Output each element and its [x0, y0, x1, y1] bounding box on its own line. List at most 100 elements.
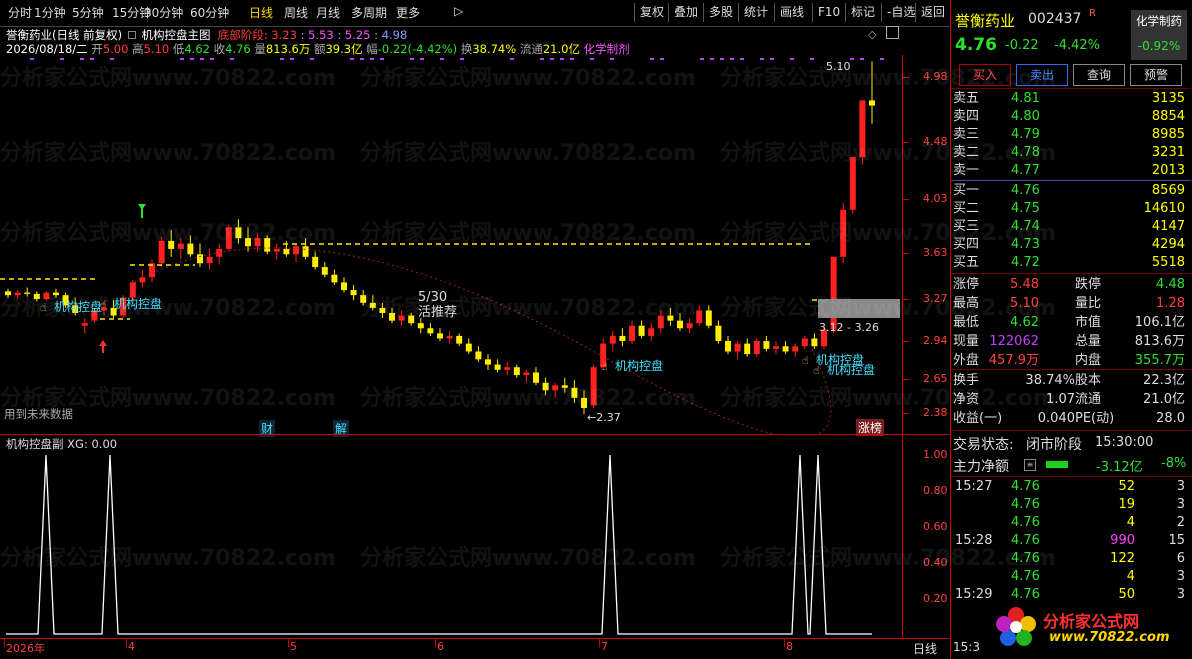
sector-badge[interactable]: 化学制药 -0.92%	[1131, 10, 1187, 60]
bid-row[interactable]: 买一 4.76 8569	[951, 182, 1191, 200]
period-tab[interactable]: 更多	[396, 4, 420, 21]
bid-price: 4.74	[1011, 218, 1040, 236]
window-box-icon[interactable]	[886, 26, 899, 39]
tick-time: 15:27	[955, 478, 992, 496]
amount-value: 39.3亿	[325, 42, 362, 56]
candlestick-chart[interactable]: 5.10←2.373.12 - 3.265/30活推荐☝ 机构控盘☝ 机构控盘☝ 机构…	[0, 55, 950, 435]
tick-mark	[903, 199, 909, 200]
candle-body	[533, 372, 539, 382]
hand-icon: ☝	[802, 354, 809, 367]
tick-count: 6	[1177, 550, 1185, 568]
toolbar-button[interactable]: 返回	[915, 3, 950, 22]
ask-row[interactable]: 卖三 4.79 8985	[951, 126, 1191, 144]
ask-row[interactable]: 卖二 4.78 3231	[951, 144, 1191, 162]
tick-row[interactable]: 4.76 4 2	[951, 514, 1191, 532]
stat-label: 最高	[953, 295, 979, 313]
period-tab[interactable]: 多周期	[351, 4, 387, 21]
sector-badge-name: 化学制药	[1131, 13, 1187, 29]
candle-body	[475, 351, 481, 359]
ask-price: 4.79	[1011, 126, 1040, 144]
stat-row[interactable]: 涨停 5.48 跌停 4.48	[951, 276, 1191, 294]
stat-value: 4.48	[1156, 276, 1185, 294]
alert-button[interactable]: 预警	[1130, 64, 1182, 86]
ask-volume: 3135	[1152, 90, 1185, 108]
amount-label: 额	[314, 42, 326, 56]
price-tick: 3.27	[923, 292, 948, 305]
high-price-label: 5.10	[826, 60, 851, 73]
stat-row[interactable]: 收益(一) 0.040 PE(动) 28.0	[951, 410, 1191, 428]
candle-body	[351, 290, 357, 295]
tick-row[interactable]: 15:29 4.76 50 3	[951, 586, 1191, 604]
period-tab[interactable]: 1分钟	[34, 4, 66, 21]
stat-value: 0.040	[1038, 410, 1075, 428]
price-change-pct: -4.42%	[1054, 38, 1100, 53]
period-label[interactable]: 日线	[913, 640, 937, 657]
stat-row[interactable]: 现量 122062 总量 813.6万	[951, 333, 1191, 351]
price-tick: 2.65	[923, 372, 948, 385]
sector-badge-change: -0.92%	[1131, 39, 1187, 53]
stage-value-3: 5.25	[345, 28, 371, 42]
tick-mark	[903, 413, 909, 414]
toolbar-button[interactable]: 标记	[845, 3, 880, 22]
tick-row[interactable]: 15:28 4.76 990 15	[951, 532, 1191, 550]
toolbar-button[interactable]: 统计	[738, 3, 773, 22]
change-label: 幅	[366, 42, 378, 56]
sub-axis: 1.00 0.80 0.60 0.40 0.20	[902, 435, 951, 638]
query-button[interactable]: 查询	[1073, 64, 1125, 86]
top-marker	[190, 58, 194, 60]
stat-row[interactable]: 最高 5.10 量比 1.28	[951, 295, 1191, 313]
tick-row[interactable]: 4.76 4 3	[951, 568, 1191, 586]
top-marker	[590, 58, 594, 60]
bid-row[interactable]: 买三 4.74 4147	[951, 218, 1191, 236]
sell-button[interactable]: 卖出	[1016, 64, 1068, 86]
tick-row[interactable]: 15:27 4.76 52 3	[951, 478, 1191, 496]
price-tick: 4.98	[923, 70, 948, 83]
list-icon[interactable]: ≡	[1024, 459, 1036, 471]
tick-row[interactable]: 4.76 122 6	[951, 550, 1191, 568]
period-tab[interactable]: 5分钟	[72, 4, 104, 21]
open-value: 5.00	[103, 42, 129, 56]
tick-mark	[903, 253, 909, 254]
x-tick	[4, 639, 5, 647]
stat-row[interactable]: 净资 1.07 流通 21.0亿	[951, 391, 1191, 409]
ask-price: 4.77	[1011, 162, 1040, 180]
toolbar-button[interactable]: F10	[812, 3, 845, 22]
x-label: 6	[437, 640, 444, 653]
stage-label: 底部阶段:	[218, 28, 268, 42]
bid-row[interactable]: 买四 4.73 4294	[951, 236, 1191, 254]
period-tab[interactable]: 分时	[8, 4, 32, 21]
net-flow-pct: -8%	[1161, 456, 1186, 471]
bid-row[interactable]: 买五 4.72 5518	[951, 254, 1191, 272]
toolbar-button[interactable]: 叠加	[668, 3, 703, 22]
diamond-icon[interactable]: ◇	[868, 28, 876, 41]
more-arrow-icon[interactable]: ▷	[454, 4, 463, 18]
period-tab[interactable]: 60分钟	[190, 4, 229, 21]
ask-row[interactable]: 卖四 4.80 8854	[951, 108, 1191, 126]
ask-volume: 8985	[1152, 126, 1185, 144]
stat-value: 355.7万	[1135, 352, 1185, 370]
bid-row[interactable]: 买二 4.75 14610	[951, 200, 1191, 218]
period-tab[interactable]: 周线	[284, 4, 308, 21]
stat-row[interactable]: 换手 38.74% 股本 22.3亿	[951, 372, 1191, 390]
stat-row[interactable]: 最低 4.62 市值 106.1亿	[951, 314, 1191, 332]
candle-body	[495, 365, 501, 370]
tick-row[interactable]: 4.76 19 3	[951, 496, 1191, 514]
period-tab[interactable]: 日线	[249, 4, 273, 21]
stat-row[interactable]: 外盘 457.9万 内盘 355.7万	[951, 352, 1191, 370]
candle-body	[24, 293, 30, 294]
stat-value: 38.74%	[1025, 372, 1075, 390]
period-tab[interactable]: 月线	[316, 4, 340, 21]
buy-button[interactable]: 买入	[959, 64, 1011, 86]
toolbar-button[interactable]: 画线	[774, 3, 809, 22]
ask-row[interactable]: 卖五 4.81 3135	[951, 90, 1191, 108]
indicator-name[interactable]: 机构控盘主图	[141, 28, 210, 42]
tick-time: 15:28	[955, 532, 992, 550]
toolbar-button[interactable]: 多股	[703, 3, 738, 22]
period-tab[interactable]: 30分钟	[144, 4, 183, 21]
top-marker	[420, 58, 424, 60]
top-marker	[540, 58, 544, 60]
sub-indicator-chart[interactable]	[0, 450, 902, 638]
ask-row[interactable]: 卖一 4.77 2013	[951, 162, 1191, 180]
toolbar-button[interactable]: 复权	[634, 3, 669, 22]
candle-body	[773, 346, 779, 349]
